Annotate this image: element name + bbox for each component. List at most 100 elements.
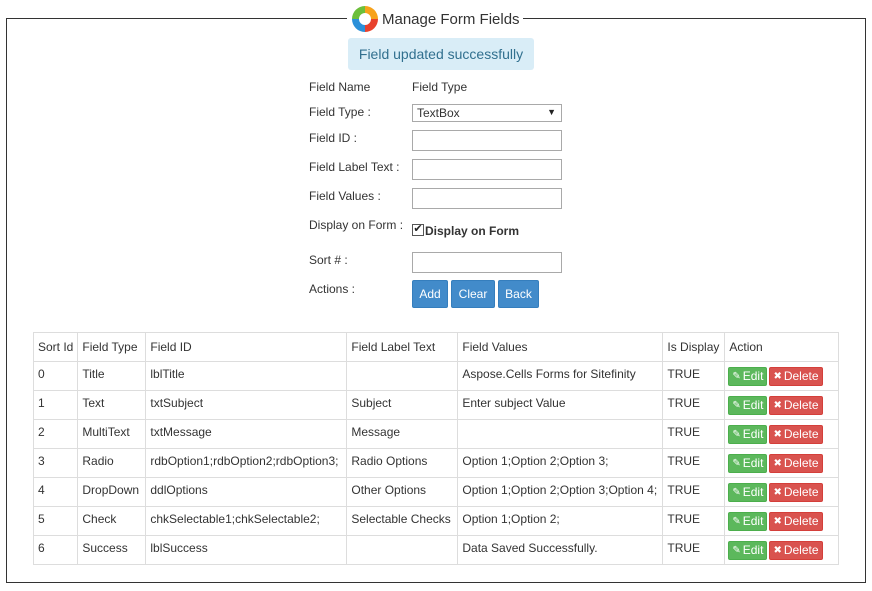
edit-button[interactable]: ✎ Edit [728,511,768,531]
delete-label: Delete [783,514,819,528]
field-label-text-cell: Other Options [346,477,459,507]
action-cell: ✎ Edit ✖ Delete [724,506,840,536]
delete-button[interactable]: ✖ Delete [769,540,823,560]
field-type-cell: Title [77,361,147,391]
table-row: 6 Success lblSuccess Data Saved Successfull… [32,535,840,565]
is-display-cell: TRUE [662,361,726,391]
field-type-cell: Check [77,506,147,536]
header-is-display: Is Display [662,332,726,362]
field-label-text-cell [346,535,459,565]
field-values-input[interactable] [412,188,562,209]
field-id-cell: txtSubject [145,390,348,420]
header-field-type: Field Type [77,332,147,362]
header-action: Action [724,332,840,362]
display-on-form-option: ✔ Display on Form [412,221,519,238]
field-values-cell: Option 1;Option 2;Option 3;Option 4; [457,477,664,507]
action-cell: ✎ Edit ✖ Delete [724,448,840,478]
close-icon: ✖ [773,544,782,556]
field-values-cell: Option 1;Option 2; [457,506,664,536]
field-type-select[interactable]: TextBox ▼ [412,104,562,122]
table-row: 2 MultiText txtMessage Message TRUE ✎ Edit ✖ Del… [32,419,840,449]
edit-label: Edit [742,456,764,470]
is-display-cell: TRUE [662,390,726,420]
aspose-logo-icon [350,4,380,34]
close-icon: ✖ [773,428,782,440]
caret-down-icon: ▼ [547,107,556,117]
delete-button[interactable]: ✖ Delete [769,424,823,444]
field-values-label: Field Values : [309,189,381,203]
field-label-text-cell [346,361,459,391]
delete-label: Delete [783,369,819,383]
display-on-form-checkbox[interactable]: ✔ [412,223,424,236]
field-type-label: Field Type : [309,105,371,119]
delete-label: Delete [783,543,819,557]
field-type-cell: MultiText [77,419,147,449]
delete-label: Delete [783,427,819,441]
edit-button[interactable]: ✎ Edit [728,424,768,444]
field-label-text-cell: Message [346,419,459,449]
field-name-value: Field Type [412,80,468,94]
delete-button[interactable]: ✖ Delete [769,511,823,531]
field-label-text-cell: Selectable Checks [346,506,459,536]
edit-button[interactable]: ✎ Edit [728,366,768,386]
action-cell: ✎ Edit ✖ Delete [724,419,840,449]
table-row: 0 Title lblTitle Aspose.Cells Forms for Sit… [32,361,840,391]
delete-button[interactable]: ✖ Delete [769,366,823,386]
clear-button[interactable]: Clear [451,280,495,308]
action-cell: ✎ Edit ✖ Delete [724,477,840,507]
header-field-id: Field ID [145,332,348,362]
field-label-text-label: Field Label Text : [309,160,400,174]
fields-table: Sort Id Field Type Field ID Field Label … [32,332,840,565]
field-id-cell: txtMessage [145,419,348,449]
sort-id-cell: 2 [32,419,79,449]
display-on-form-checkbox-label: Display on Form [425,224,520,238]
delete-label: Delete [783,456,819,470]
edit-label: Edit [742,543,764,557]
field-id-cell: lblTitle [145,361,348,391]
display-on-form-label: Display on Form : [309,218,404,232]
field-label-text-cell: Subject [346,390,459,420]
field-type-cell: DropDown [77,477,147,507]
edit-button[interactable]: ✎ Edit [728,482,768,502]
sort-id-cell: 4 [32,477,79,507]
add-button[interactable]: Add [412,280,448,308]
delete-label: Delete [783,485,819,499]
field-values-cell [457,419,664,449]
sort-id-cell: 1 [32,390,79,420]
sort-input[interactable] [412,252,562,273]
edit-icon: ✎ [732,399,741,411]
is-display-cell: TRUE [662,419,726,449]
field-values-cell: Data Saved Successfully. [457,535,664,565]
edit-button[interactable]: ✎ Edit [728,395,768,415]
header-sort-id: Sort Id [32,332,79,362]
delete-button[interactable]: ✖ Delete [769,395,823,415]
field-type-selected: TextBox [417,106,460,120]
is-display-cell: TRUE [662,477,726,507]
success-alert: Field updated successfully [348,38,534,70]
sort-label: Sort # : [309,253,348,267]
table-row: 3 Radio rdbOption1;rdbOption2;rdbOption3; R… [32,448,840,478]
field-values-cell: Aspose.Cells Forms for Sitefinity [457,361,664,391]
edit-button[interactable]: ✎ Edit [728,453,768,473]
page-title: Manage Form Fields [382,10,520,28]
is-display-cell: TRUE [662,506,726,536]
field-label-text-input[interactable] [412,159,562,180]
table-row: 5 Check chkSelectable1;chkSelectable2; Sele… [32,506,840,536]
delete-button[interactable]: ✖ Delete [769,453,823,473]
back-button[interactable]: Back [498,280,539,308]
field-values-cell: Enter subject Value [457,390,664,420]
edit-label: Edit [742,398,764,412]
delete-button[interactable]: ✖ Delete [769,482,823,502]
field-id-input[interactable] [412,130,562,151]
field-type-cell: Radio [77,448,147,478]
field-id-label: Field ID : [309,131,358,145]
table-row: 4 DropDown ddlOptions Other Options Option 1… [32,477,840,507]
edit-button[interactable]: ✎ Edit [728,540,768,560]
field-type-cell: Text [77,390,147,420]
field-id-cell: rdbOption1;rdbOption2;rdbOption3; [145,448,348,478]
sort-id-cell: 5 [32,506,79,536]
edit-icon: ✎ [732,544,741,556]
table-header-row: Sort Id Field Type Field ID Field Label … [32,332,840,362]
edit-label: Edit [742,369,764,383]
sort-id-cell: 6 [32,535,79,565]
